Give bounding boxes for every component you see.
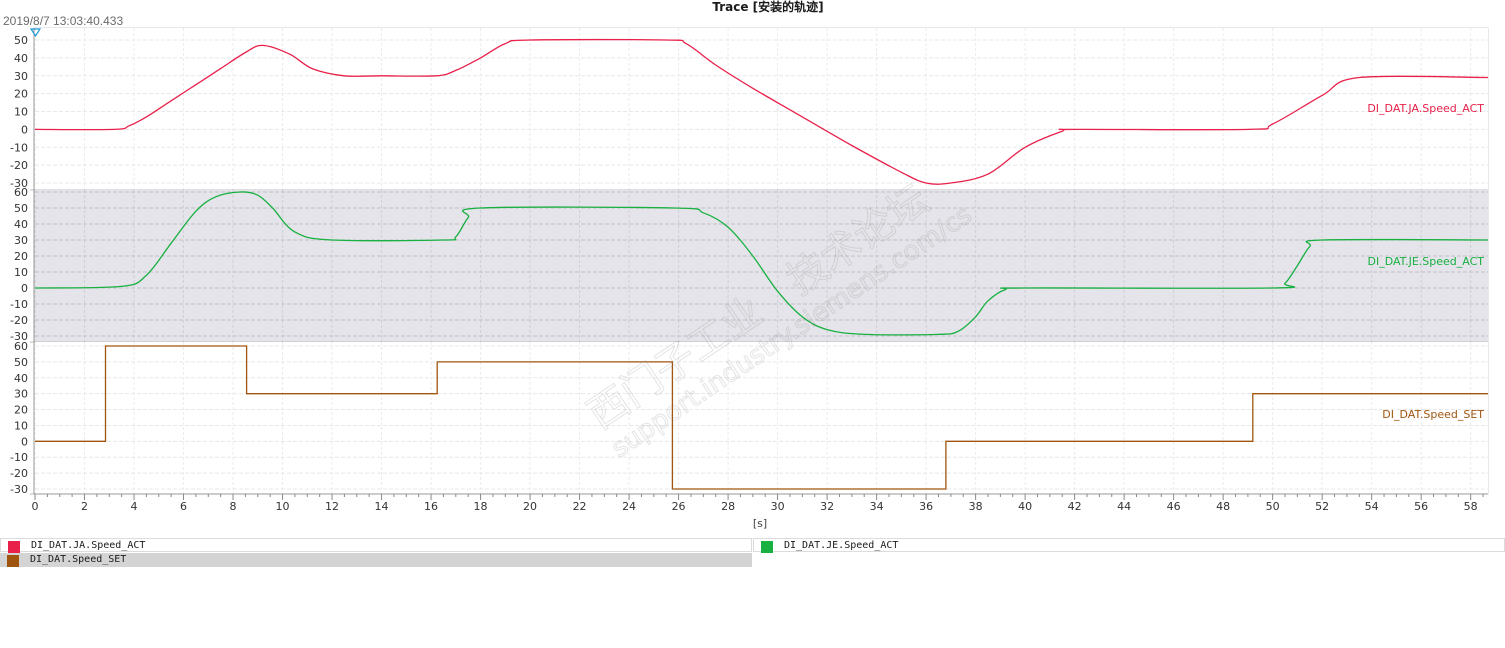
y-tick-label: 50 bbox=[14, 34, 28, 47]
y-tick-label: 30 bbox=[14, 70, 28, 83]
y-tick-label: 40 bbox=[14, 372, 28, 385]
x-tick-label: 30 bbox=[771, 500, 785, 513]
series-label: DI_DAT.JA.Speed_ACT bbox=[1367, 102, 1484, 115]
x-tick-label: 56 bbox=[1414, 500, 1428, 513]
color-swatch bbox=[761, 541, 773, 553]
y-tick-label: -10 bbox=[10, 141, 28, 154]
y-tick-label: 50 bbox=[14, 356, 28, 369]
y-tick-label: 10 bbox=[14, 106, 28, 119]
x-tick-label: 46 bbox=[1167, 500, 1181, 513]
x-tick-label: 32 bbox=[820, 500, 834, 513]
x-tick-label: 48 bbox=[1216, 500, 1230, 513]
legend-item-ja-speed-act[interactable]: DI_DAT.JA.Speed_ACT bbox=[0, 538, 752, 553]
x-tick-label: 26 bbox=[672, 500, 686, 513]
y-tick-label: 10 bbox=[14, 419, 28, 432]
x-tick-label: 10 bbox=[276, 500, 290, 513]
x-tick-label: 16 bbox=[424, 500, 438, 513]
legend-item-je-speed-act[interactable]: DI_DAT.JE.Speed_ACT bbox=[753, 538, 1505, 553]
y-tick-label: -10 bbox=[10, 451, 28, 464]
y-tick-label: 20 bbox=[14, 250, 28, 263]
panel-background bbox=[34, 28, 1488, 190]
y-tick-label: 50 bbox=[14, 202, 28, 215]
legend-item-speed-set[interactable]: DI_DAT.Speed_SET bbox=[0, 553, 752, 567]
panel-layer: 50 40 30 20 10 0 -10 -20 -30 DI_DAT.JA.Speed_ACT 6… bbox=[10, 28, 1489, 496]
x-tick-label: 40 bbox=[1018, 500, 1032, 513]
signal-legend: DI_DAT.JA.Speed_ACT DI_DAT.JE.Speed_ACT … bbox=[0, 538, 1505, 568]
x-tick-label: 12 bbox=[325, 500, 339, 513]
x-tick-label: 14 bbox=[375, 500, 389, 513]
y-tick-label: 40 bbox=[14, 52, 28, 65]
x-axis: 0 2 4 6 8 10 12 14 16 18 20 22 24 26 28 30 32 34 36 38 40 42 4… bbox=[32, 493, 1488, 530]
y-tick-label: -10 bbox=[10, 298, 28, 311]
x-tick-label: 28 bbox=[721, 500, 735, 513]
y-tick-label: 30 bbox=[14, 388, 28, 401]
x-tick-label: 8 bbox=[230, 500, 237, 513]
y-tick-label: -30 bbox=[10, 483, 28, 496]
y-tick-label: 20 bbox=[14, 404, 28, 417]
trace-panel-1: 50403020100-10-20-30DI_DAT.JA.Speed_ACT bbox=[10, 28, 1489, 191]
x-tick-label: 42 bbox=[1068, 500, 1082, 513]
x-tick-label: 58 bbox=[1464, 500, 1478, 513]
x-axis-title: [s] bbox=[753, 517, 767, 530]
y-tick-label: 0 bbox=[21, 282, 28, 295]
x-tick-label: 18 bbox=[474, 500, 488, 513]
x-tick-label: 52 bbox=[1315, 500, 1329, 513]
color-swatch bbox=[8, 541, 20, 553]
y-tick-label: 20 bbox=[14, 88, 28, 101]
x-tick-label: 0 bbox=[32, 500, 39, 513]
x-tick-label: 54 bbox=[1365, 500, 1379, 513]
x-tick-label: 4 bbox=[131, 500, 138, 513]
legend-label: DI_DAT.JA.Speed_ACT bbox=[31, 540, 146, 551]
x-tick-label: 34 bbox=[870, 500, 884, 513]
y-tick-label: -20 bbox=[10, 314, 28, 327]
y-tick-label: 40 bbox=[14, 218, 28, 231]
x-tick-label: 22 bbox=[573, 500, 587, 513]
series-label: DI_DAT.JE.Speed_ACT bbox=[1368, 255, 1485, 268]
legend-label: DI_DAT.JE.Speed_ACT bbox=[784, 540, 899, 551]
y-tick-label: 60 bbox=[14, 186, 28, 199]
y-tick-label: 60 bbox=[14, 340, 28, 353]
x-tick-label: 36 bbox=[919, 500, 933, 513]
y-tick-label: 10 bbox=[14, 266, 28, 279]
y-tick-label: -20 bbox=[10, 467, 28, 480]
series-label: DI_DAT.Speed_SET bbox=[1382, 408, 1484, 421]
x-tick-label: 2 bbox=[81, 500, 88, 513]
x-tick-label: 6 bbox=[180, 500, 187, 513]
x-tick-label: 20 bbox=[523, 500, 537, 513]
x-tick-label: 38 bbox=[969, 500, 983, 513]
y-tick-label: -20 bbox=[10, 159, 28, 172]
x-tick-label: 50 bbox=[1266, 500, 1280, 513]
x-tick-label: 44 bbox=[1117, 500, 1131, 513]
y-tick-label: 30 bbox=[14, 234, 28, 247]
color-swatch bbox=[7, 555, 19, 567]
y-tick-label: 0 bbox=[21, 435, 28, 448]
trace-chart[interactable]: 50403020100-10-20-30DI_DAT.JA.Speed_ACT6… bbox=[0, 0, 1505, 536]
x-tick-label: 24 bbox=[622, 500, 636, 513]
y-tick-label: 0 bbox=[21, 123, 28, 136]
legend-label: DI_DAT.Speed_SET bbox=[30, 554, 127, 565]
